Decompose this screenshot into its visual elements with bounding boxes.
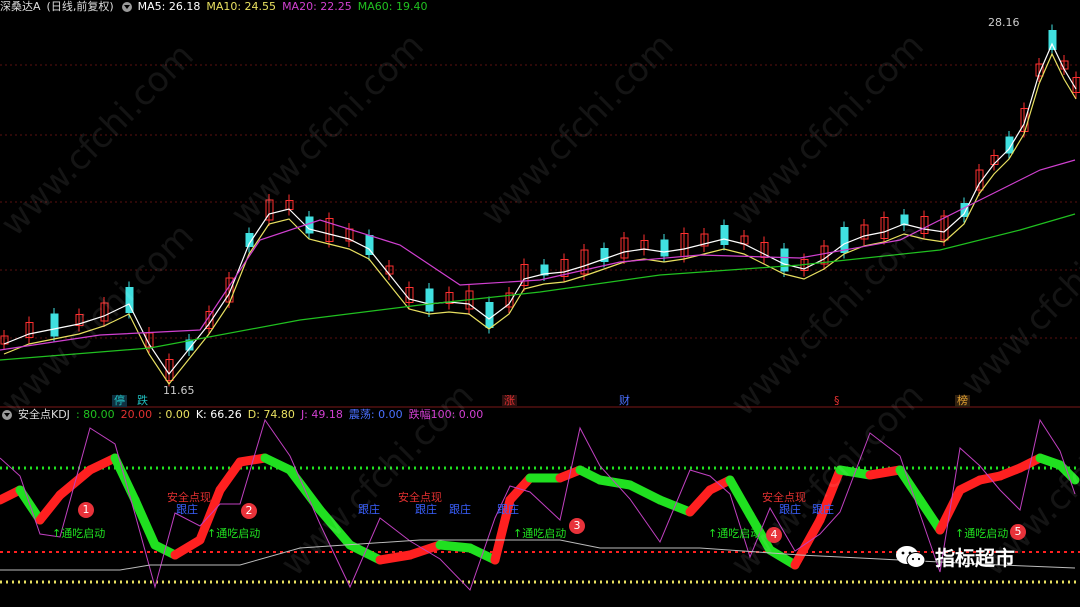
kdj-d: D: 74.80 xyxy=(247,408,295,421)
annotation-start: ↑通吃启动 xyxy=(52,527,106,540)
dropdown-icon[interactable] xyxy=(2,410,12,420)
candle-body xyxy=(780,248,789,272)
step-badge-4: 4 xyxy=(766,527,782,543)
kdj-band xyxy=(725,475,755,520)
kdj-band xyxy=(915,495,945,535)
candle-body xyxy=(960,203,969,217)
step-badge-5: 5 xyxy=(1010,524,1026,540)
kdj-80: : 80.00 xyxy=(75,408,115,421)
event-marker-finance[interactable]: 财 xyxy=(617,395,632,407)
candle-body xyxy=(1048,30,1057,50)
kdj-band xyxy=(35,490,65,525)
annotation-follow: 跟庄 xyxy=(449,503,471,516)
kdj-name[interactable]: 安全点KDJ xyxy=(18,408,70,422)
annotation-start: ↑通吃启动 xyxy=(955,527,1009,540)
annotation-follow: 跟庄 xyxy=(176,503,198,516)
candle-body xyxy=(365,235,374,255)
high-price-label: 28.16 xyxy=(988,16,1020,29)
annotation-start: ↑通吃启动 xyxy=(207,527,261,540)
annotation-follow: 跟庄 xyxy=(358,503,380,516)
annotation-start: ↑通吃启动 xyxy=(708,527,762,540)
kdj-zhendang: 震荡: 0.00 xyxy=(348,408,403,421)
candle-body xyxy=(425,288,434,312)
ma10-line xyxy=(3,52,1077,386)
kdj-header: 安全点KDJ : 80.00 20.00 : 0.00 K: 66.26 D: … xyxy=(0,408,1080,422)
kdj-band xyxy=(865,465,905,480)
annotation-follow: 跟庄 xyxy=(779,503,801,516)
low-price-label: 11.65 xyxy=(163,384,195,397)
brand-name: 指标超市 xyxy=(935,546,1015,570)
kdj-diefu: 跌幅100: 0.00 xyxy=(408,408,484,421)
kdj-j: J: 49.18 xyxy=(300,408,343,421)
step-badge-2: 2 xyxy=(241,503,257,519)
step-badge-3: 3 xyxy=(569,518,585,534)
candle-body xyxy=(660,239,669,257)
kdj-0: : 0.00 xyxy=(158,408,190,421)
candle-body xyxy=(720,225,729,245)
kdj-k: K: 66.26 xyxy=(195,408,242,421)
kdj-band xyxy=(435,540,475,553)
annotation-follow: 跟庄 xyxy=(812,503,834,516)
candle-body xyxy=(840,227,849,253)
candle-body xyxy=(305,216,314,234)
annotation-follow: 跟庄 xyxy=(415,503,437,516)
kdj-band xyxy=(375,550,415,565)
step-badge-1: 1 xyxy=(78,502,94,518)
candle-body xyxy=(485,302,494,328)
event-marker-list[interactable]: 榜 xyxy=(955,395,970,407)
kdj-20: 20.00 xyxy=(120,408,153,421)
annotation-follow: 跟庄 xyxy=(497,503,519,516)
kdj-band xyxy=(130,495,160,550)
event-marker-fall[interactable]: 跌 xyxy=(135,395,150,407)
event-marker-rise[interactable]: 涨 xyxy=(502,395,517,407)
event-marker-stop[interactable]: 停 xyxy=(112,395,127,407)
event-marker-info[interactable]: § xyxy=(832,395,842,407)
kdj-band xyxy=(215,457,245,495)
annotation-start: ↑通吃启动 xyxy=(513,527,567,540)
kdj-band xyxy=(625,480,665,505)
brand-logo: 指标超市 xyxy=(895,542,1015,571)
wechat-icon xyxy=(896,545,926,568)
